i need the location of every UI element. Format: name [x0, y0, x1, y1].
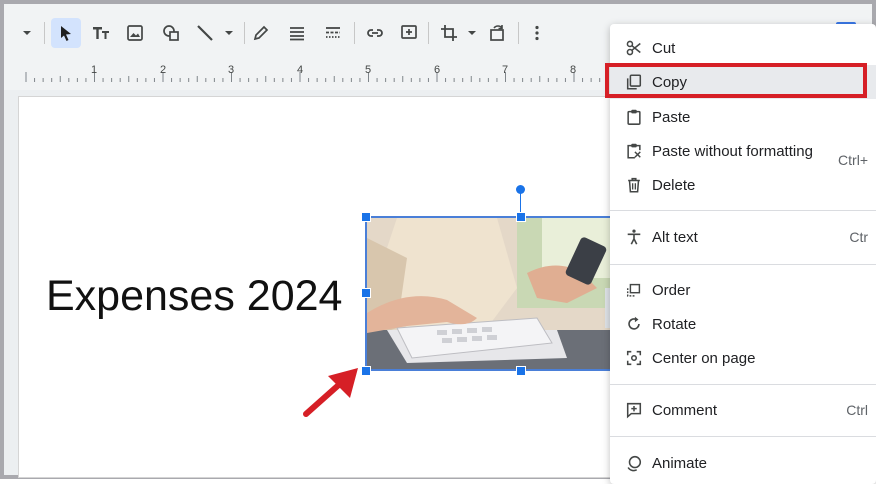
menu-divider — [610, 264, 876, 265]
text-box-icon[interactable] — [88, 20, 114, 46]
ruler-mark: 6 — [434, 64, 441, 76]
menu-item-rotate[interactable]: Rotate — [610, 307, 876, 341]
menu-divider — [610, 210, 876, 211]
menu-item-shortcut: Ctr — [849, 229, 868, 245]
ruler-mark: 2 — [160, 64, 167, 76]
shape-icon[interactable] — [158, 20, 184, 46]
menu-item-cut[interactable]: Cut — [610, 31, 876, 65]
menu-item-paste-without-formatting[interactable]: Paste without formatting Ctrl+ — [610, 134, 876, 168]
ruler-mark: 7 — [502, 64, 509, 76]
ruler-mark: 8 — [570, 64, 577, 76]
more-icon[interactable] — [524, 20, 550, 46]
resize-handle[interactable] — [361, 212, 371, 222]
caret-down-icon[interactable] — [14, 20, 40, 46]
ruler-mark: 1 — [91, 64, 98, 76]
add-comment-icon[interactable] — [396, 20, 422, 46]
caret-down-icon[interactable] — [216, 20, 242, 46]
resize-handle[interactable] — [516, 366, 526, 376]
border-dash-icon[interactable] — [320, 20, 346, 46]
toolbar-divider — [244, 22, 245, 44]
menu-item-comment[interactable]: Comment Ctrl — [610, 393, 876, 427]
center-icon — [624, 348, 644, 368]
menu-item-alt-text[interactable]: Alt text Ctr — [610, 220, 876, 254]
image-icon[interactable] — [122, 20, 148, 46]
menu-item-label: Order — [652, 281, 691, 299]
menu-item-shortcut: Ctrl+ — [838, 152, 868, 168]
pen-icon[interactable] — [248, 20, 274, 46]
highlight-box — [605, 63, 867, 98]
ruler-mark: 5 — [365, 64, 372, 76]
link-icon[interactable] — [362, 20, 388, 46]
toolbar-divider — [428, 22, 429, 44]
menu-item-label: Paste — [652, 108, 691, 126]
menu-item-label: Center on page — [652, 349, 756, 367]
menu-item-label: Cut — [652, 39, 676, 57]
caret-down-icon[interactable] — [459, 20, 485, 46]
scissors-icon — [624, 38, 644, 58]
menu-item-label: Paste without formatting — [652, 142, 813, 160]
annotation-arrow — [303, 368, 358, 417]
menu-item-label: Rotate — [652, 315, 697, 333]
clipboard-icon — [624, 107, 644, 127]
selected-image[interactable] — [365, 216, 627, 371]
menu-item-order[interactable]: Order — [610, 273, 876, 307]
menu-item-delete[interactable]: Delete — [610, 168, 876, 202]
ruler-mark: 4 — [297, 64, 304, 76]
trash-icon — [624, 175, 644, 195]
rotate-handle[interactable] — [516, 185, 525, 194]
resize-handle[interactable] — [516, 212, 526, 222]
menu-item-shortcut: Ctrl — [846, 402, 868, 418]
menu-item-animate[interactable]: Animate — [610, 446, 876, 480]
line-icon[interactable] — [192, 20, 218, 46]
reset-image-icon[interactable] — [484, 20, 510, 46]
align-icon[interactable] — [284, 20, 310, 46]
ruler-mark: 3 — [228, 64, 235, 76]
menu-item-label: Comment — [652, 401, 718, 419]
photo-illustration — [367, 218, 625, 369]
menu-item-label: Animate — [652, 454, 708, 472]
comment-icon — [624, 400, 644, 420]
slide-title[interactable]: Expenses 2024 — [46, 272, 342, 321]
toolbar-divider — [354, 22, 355, 44]
menu-divider — [610, 384, 876, 385]
menu-item-paste[interactable]: Paste — [610, 100, 876, 134]
select-icon[interactable] — [51, 18, 81, 48]
order-icon — [624, 280, 644, 300]
rotate-icon — [624, 314, 644, 334]
menu-item-label: Delete — [652, 176, 696, 194]
animate-icon — [624, 453, 644, 473]
menu-item-center-on-page[interactable]: Center on page — [610, 341, 876, 375]
accessibility-icon — [624, 227, 644, 247]
resize-handle[interactable] — [361, 288, 371, 298]
rotate-handle-stem — [520, 192, 521, 214]
toolbar-divider — [518, 22, 519, 44]
menu-divider — [610, 436, 876, 437]
menu-item-label: Alt text — [652, 228, 698, 246]
paste-plain-icon — [624, 141, 644, 161]
toolbar-divider — [44, 22, 45, 44]
